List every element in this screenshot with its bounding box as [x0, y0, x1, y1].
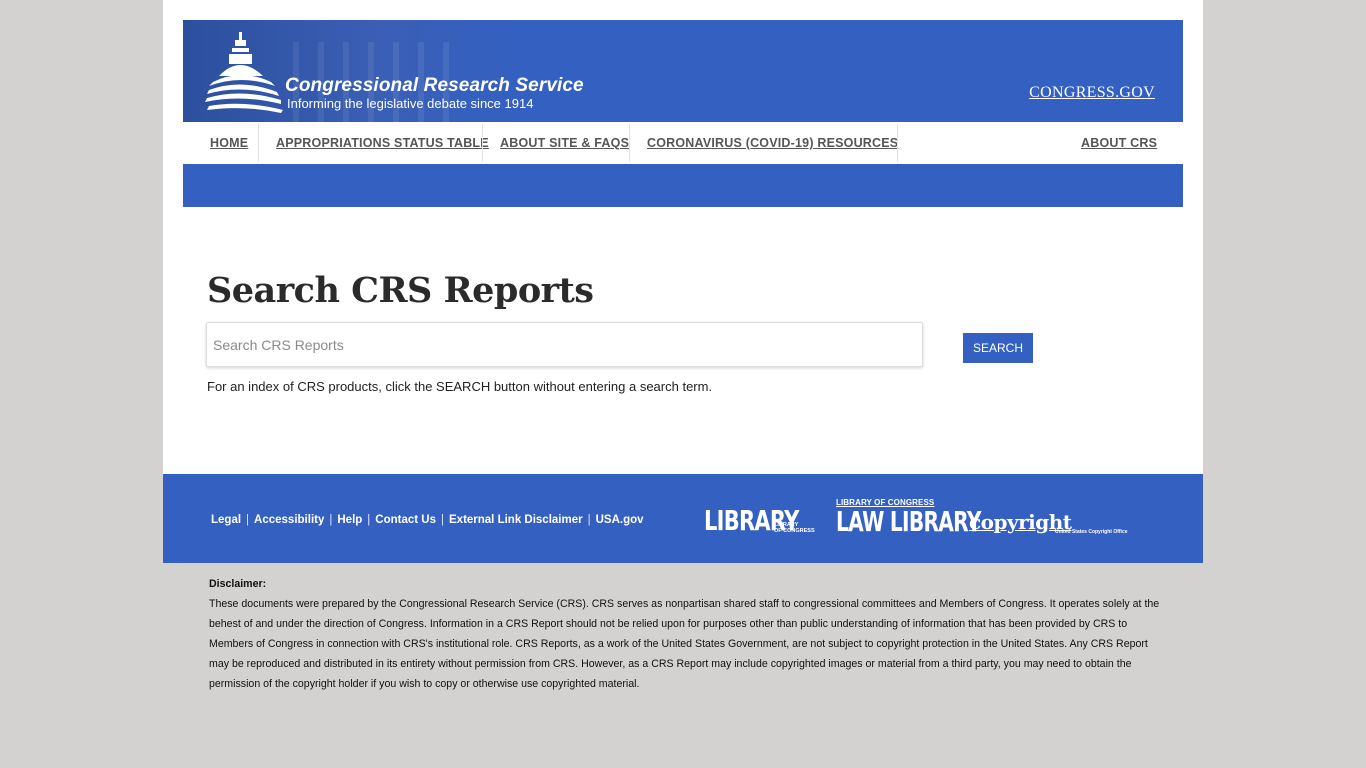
nav-home[interactable]: HOME: [210, 122, 248, 164]
disclaimer-text: These documents were prepared by the Con…: [209, 598, 1160, 690]
site-title: Congressional Research Service: [285, 75, 584, 96]
disclaimer-heading: Disclaimer:: [209, 578, 267, 590]
capitol-dome-icon: [205, 32, 283, 113]
search-hint-text: For an index of CRS products, click the …: [207, 379, 713, 394]
footer-links: Legal | Accessibility | Help | Contact Us | Exte…: [211, 514, 644, 526]
library-of-congress-logo[interactable]: LIBRARY LIBRARY OF CONGRESS: [704, 504, 830, 537]
nav-about-site-faqs[interactable]: ABOUT SITE & FAQS: [500, 122, 629, 164]
search-input[interactable]: [206, 322, 923, 367]
nav-divider: [629, 124, 630, 162]
nav-divider: [897, 124, 898, 162]
nav-about-crs[interactable]: ABOUT CRS: [1081, 122, 1157, 164]
disclaimer: Disclaimer: These documents were prepare…: [209, 574, 1164, 694]
site-footer: Legal | Accessibility | Help | Contact Us | Exte…: [163, 474, 1203, 563]
site-tagline: Informing the legislative debate since 1…: [287, 96, 534, 111]
footer-link-usa-gov[interactable]: USA.gov: [596, 514, 644, 526]
footer-link-help[interactable]: Help: [337, 514, 362, 526]
footer-link-legal[interactable]: Legal: [211, 514, 241, 526]
search-button[interactable]: SEARCH: [963, 333, 1033, 363]
site-banner: Congressional Research Service Informing…: [183, 20, 1183, 122]
nav-divider: [258, 124, 259, 162]
page-title: Search CRS Reports: [207, 270, 594, 311]
nav-coronavirus-resources[interactable]: CORONAVIRUS (COVID-19) RESOURCES: [647, 122, 898, 164]
blue-subbar: [183, 164, 1183, 207]
congress-gov-link[interactable]: CONGRESS.GOV: [1029, 84, 1155, 102]
footer-link-accessibility[interactable]: Accessibility: [254, 514, 324, 526]
main-navigation: HOME APPROPRIATIONS STATUS TABLE ABOUT S…: [183, 122, 1183, 164]
copyright-office-logo[interactable]: copyright United States Copyright Office: [969, 510, 1128, 535]
footer-link-external-link-disclaimer[interactable]: External Link Disclaimer: [449, 514, 583, 526]
nav-appropriations-status-table[interactable]: APPROPRIATIONS STATUS TABLE: [276, 122, 489, 164]
footer-link-contact-us[interactable]: Contact Us: [375, 514, 436, 526]
page-container: Congressional Research Service Informing…: [163, 0, 1203, 563]
nav-divider: [482, 124, 483, 162]
